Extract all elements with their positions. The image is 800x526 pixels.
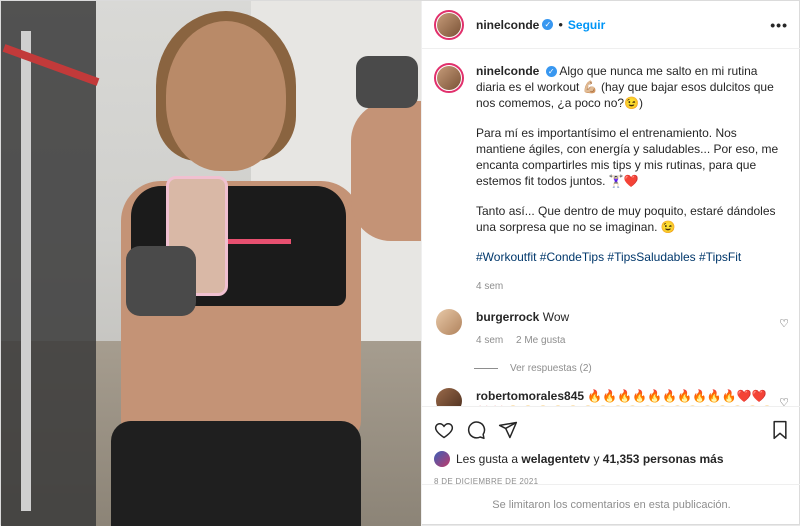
commenter-avatar[interactable] (436, 388, 462, 406)
comment-item: robertomorales845 🔥🔥🔥🔥🔥🔥🔥🔥🔥🔥❤️❤️❤️❤️😍😍😍😍… (434, 388, 789, 406)
comments-section[interactable]: ninelconde ✓ Algo que nunca me salto en … (422, 49, 800, 406)
photo-head (166, 21, 286, 171)
comment-body: burgerrock Wow 4 sem 2 Me gusta (476, 309, 776, 349)
replies-line (474, 368, 498, 369)
liker-avatar[interactable] (434, 451, 450, 467)
comment-meta: 4 sem 2 Me gusta (476, 333, 776, 349)
caption: ninelconde ✓ Algo que nunca me salto en … (434, 63, 789, 295)
post-photo[interactable] (1, 1, 421, 526)
likes-prefix: Les gusta a (456, 452, 519, 466)
author-avatar-image (437, 12, 461, 37)
hashtags-text[interactable]: #Workoutfit #CondeTips #TipsSaludables #… (476, 250, 741, 264)
caption-username[interactable]: ninelconde (476, 64, 539, 78)
comments-limited-notice: Se limitaron los comentarios en esta pub… (422, 484, 800, 524)
photo-arm (351, 101, 421, 241)
photo-leggings (111, 421, 361, 526)
save-bookmark-icon[interactable] (771, 420, 789, 440)
comment-icon[interactable] (466, 420, 486, 440)
likes-summary: Les gusta a welagentetv y 41,353 persona… (434, 451, 789, 467)
caption-body: ninelconde ✓ Algo que nunca me salto en … (476, 63, 789, 295)
caption-time[interactable]: 4 sem (476, 279, 789, 295)
caption-hashtags[interactable]: #Workoutfit #CondeTips #TipsSaludables #… (476, 249, 789, 265)
commenter-username[interactable]: burgerrock (476, 310, 539, 324)
photo-glove-left (126, 246, 196, 316)
comment-text: Wow (542, 310, 570, 324)
caption-avatar-image (437, 66, 461, 90)
caption-verified-icon: ✓ (545, 66, 557, 78)
comment-like-heart-icon[interactable]: ♡ (779, 317, 789, 330)
post-actions: Les gusta a welagentetv y 41,353 persona… (422, 406, 800, 486)
commenter-avatar[interactable] (436, 309, 462, 335)
likes-count[interactable]: 41,353 personas más (603, 452, 724, 466)
commenter-username[interactable]: robertomorales845 (476, 389, 584, 403)
separator-dot: • (558, 17, 563, 32)
photo-person (61, 11, 421, 526)
like-heart-icon[interactable] (434, 420, 454, 440)
comment-body: robertomorales845 🔥🔥🔥🔥🔥🔥🔥🔥🔥🔥❤️❤️❤️❤️😍😍😍😍… (476, 388, 776, 406)
view-replies-button[interactable]: Ver respuestas (2) (474, 363, 789, 374)
share-icon[interactable] (498, 420, 518, 440)
author-avatar[interactable] (434, 9, 464, 40)
verified-badge-icon: ✓ (542, 19, 554, 30)
instagram-post-modal: ninelconde ✓ • Seguir ••• ninelconde ✓ A… (0, 0, 800, 526)
caption-paragraph-2: Para mí es importantísimo el entrenamien… (476, 126, 779, 188)
comment-time[interactable]: 4 sem (476, 335, 503, 346)
comment-like-heart-icon[interactable]: ♡ (779, 396, 789, 406)
caption-first-paragraph: ninelconde ✓ Algo que nunca me salto en … (476, 63, 789, 111)
liker-username[interactable]: welagentetv (521, 452, 590, 466)
comment-item: burgerrock Wow 4 sem 2 Me gusta ♡ (434, 309, 789, 349)
author-username[interactable]: ninelconde (476, 18, 539, 32)
photo-glove-right (356, 56, 418, 108)
comment-likes[interactable]: 2 Me gusta (516, 335, 565, 346)
post-sidebar: ninelconde ✓ • Seguir ••• ninelconde ✓ A… (421, 1, 800, 526)
caption-paragraph-3: Tanto así... Que dentro de muy poquito, … (476, 204, 776, 234)
post-header: ninelconde ✓ • Seguir ••• (422, 1, 800, 49)
caption-avatar[interactable] (434, 63, 464, 93)
follow-button[interactable]: Seguir (568, 18, 605, 32)
likes-conjunction: y (593, 452, 600, 466)
more-options-icon[interactable]: ••• (770, 17, 788, 33)
photo-machine-bar (21, 31, 31, 511)
view-replies-label: Ver respuestas (2) (510, 363, 592, 374)
action-icons (434, 415, 789, 445)
